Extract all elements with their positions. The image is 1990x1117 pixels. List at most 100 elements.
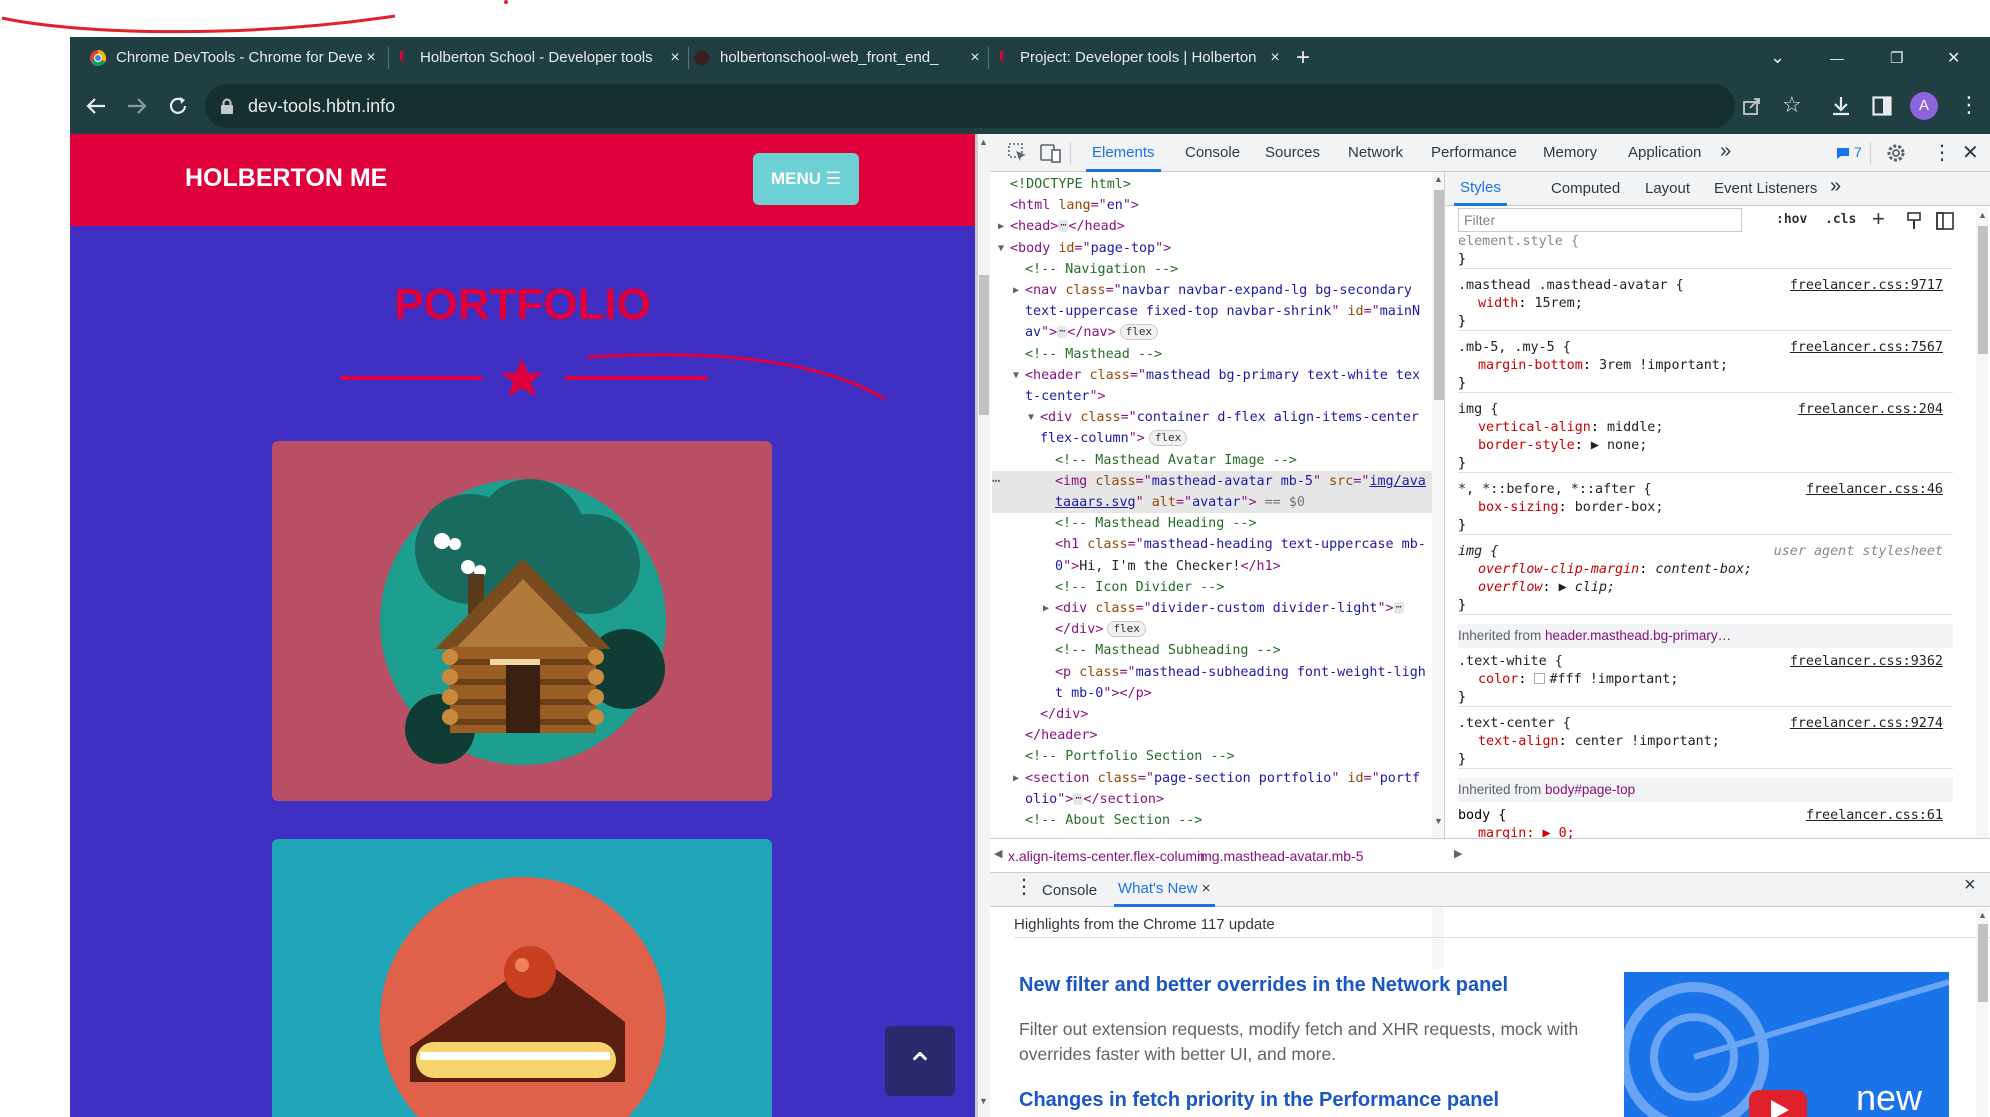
- chrome-menu-icon[interactable]: ⋮: [1958, 92, 1980, 118]
- tab-holberton-developer-tools[interactable]: Holberton School - Developer tools ×: [394, 37, 684, 78]
- whats-new-video-thumbnail[interactable]: new: [1624, 972, 1949, 1117]
- property-value[interactable]: 15rem;: [1534, 296, 1582, 311]
- property-name[interactable]: overflow-clip-margin: [1478, 562, 1639, 577]
- style-declaration[interactable]: color: #fff !important;: [1458, 672, 1953, 687]
- collapsed-ellipsis[interactable]: ⋯: [1057, 326, 1068, 339]
- color-swatch[interactable]: [1534, 673, 1546, 684]
- scroll-to-top-button[interactable]: ⌃: [885, 1026, 955, 1096]
- tab-styles[interactable]: Styles: [1454, 172, 1507, 206]
- element-node[interactable]: <h1 class="masthead-heading text-upperca…: [992, 534, 1432, 555]
- element-node-selected[interactable]: <img class="masthead-avatar mb-5" src="i…: [992, 470, 1432, 492]
- element-node[interactable]: ▼ <div class="container d-flex align-item…: [992, 407, 1432, 428]
- tab-performance[interactable]: Performance: [1431, 144, 1517, 161]
- close-devtools-icon[interactable]: ✕: [1962, 140, 1979, 165]
- style-close[interactable]: }: [1458, 690, 1953, 705]
- element-node[interactable]: ▶ <div class="divider-custom divider-ligh…: [992, 598, 1432, 619]
- whats-new-heading-network[interactable]: New filter and better overrides in the N…: [1019, 974, 1508, 997]
- element-node[interactable]: <!-- Masthead Subheading -->: [992, 640, 1432, 661]
- devtools-menu-icon[interactable]: ⋮: [1932, 140, 1952, 165]
- expand-arrow-icon[interactable]: ▼: [1013, 365, 1019, 386]
- style-declaration[interactable]: overflow: ▶ clip;: [1458, 580, 1953, 595]
- style-close[interactable]: }: [1458, 456, 1953, 471]
- style-declaration[interactable]: border-style: ▶ none;: [1458, 438, 1953, 453]
- url-text[interactable]: dev-tools.hbtn.info: [248, 96, 395, 117]
- element-node[interactable]: olio"> ⋯ </section>: [992, 789, 1432, 810]
- tab-github-repo[interactable]: holbertonschool-web_front_end_ ×: [694, 37, 984, 78]
- style-selector[interactable]: .text-center {freelancer.css:9274: [1458, 716, 1953, 731]
- issues-count[interactable]: 7: [1854, 144, 1862, 160]
- element-node[interactable]: </header>: [992, 725, 1432, 746]
- property-name[interactable]: margin-bottom: [1478, 358, 1583, 373]
- new-style-rule-icon[interactable]: +: [1872, 206, 1885, 232]
- property-value[interactable]: content-box;: [1655, 562, 1752, 577]
- style-close[interactable]: }: [1458, 598, 1953, 613]
- drawer-tab-close-icon[interactable]: ×: [1202, 880, 1211, 897]
- download-icon[interactable]: [1830, 95, 1852, 117]
- expand-arrow-icon[interactable]: ▼: [1028, 407, 1034, 428]
- element-node[interactable]: <html lang="en">: [992, 195, 1432, 216]
- toggle-sidebar-icon[interactable]: [1936, 212, 1954, 230]
- property-name[interactable]: overflow: [1478, 580, 1543, 595]
- tab-close-icon[interactable]: ×: [966, 49, 984, 67]
- style-declaration[interactable]: width: 15rem;: [1458, 296, 1953, 311]
- style-source-link[interactable]: freelancer.css:46: [1806, 482, 1943, 497]
- element-node[interactable]: <!-- About Section -->: [992, 810, 1432, 831]
- flex-badge[interactable]: flex: [1107, 621, 1146, 638]
- element-node[interactable]: <p class="masthead-subheading font-weigh…: [992, 662, 1432, 683]
- collapsed-ellipsis[interactable]: ⋯: [1058, 220, 1069, 233]
- property-name[interactable]: vertical-align: [1478, 420, 1591, 435]
- settings-gear-icon[interactable]: [1886, 143, 1906, 163]
- tab-project-developer-tools[interactable]: Project: Developer tools | Holberton ×: [994, 37, 1284, 78]
- drawer-tab-console[interactable]: Console: [1042, 882, 1097, 899]
- style-close[interactable]: }: [1458, 752, 1953, 767]
- tab-console[interactable]: Console: [1185, 144, 1240, 161]
- element-node-selected[interactable]: taaars.svg" alt="avatar"> == $0: [992, 492, 1432, 513]
- element-node[interactable]: <!DOCTYPE html>: [992, 174, 1432, 195]
- style-selector[interactable]: .masthead .masthead-avatar {freelancer.c…: [1458, 278, 1953, 293]
- lock-icon[interactable]: [220, 98, 234, 114]
- breadcrumb-item[interactable]: x.align-items-center.flex-column: [1008, 848, 1205, 864]
- property-value[interactable]: border-box;: [1575, 500, 1664, 515]
- whats-new-heading-performance[interactable]: Changes in fetch priority in the Perform…: [1019, 1089, 1499, 1112]
- element-node[interactable]: t mb-0"></p>: [992, 683, 1432, 704]
- back-arrow-icon[interactable]: [85, 95, 107, 117]
- share-icon[interactable]: [1742, 96, 1762, 116]
- element-node[interactable]: ▼ <header class="masthead bg-primary text…: [992, 365, 1432, 386]
- element-node[interactable]: text-uppercase fixed-top navbar-shrink" …: [992, 301, 1432, 322]
- style-source-link[interactable]: freelancer.css:61: [1806, 808, 1943, 823]
- style-selector[interactable]: img {freelancer.css:204: [1458, 402, 1953, 417]
- device-toolbar-icon[interactable]: [1040, 143, 1062, 163]
- portfolio-card-cabin[interactable]: [272, 441, 772, 801]
- close-window-button[interactable]: ✕: [1947, 37, 1977, 78]
- element-node[interactable]: <!-- Navigation -->: [992, 259, 1432, 280]
- element-node[interactable]: <!-- Masthead Avatar Image -->: [992, 450, 1432, 471]
- element-node[interactable]: flex-column"> flex: [992, 428, 1432, 449]
- hov-toggle[interactable]: :hov: [1776, 212, 1807, 227]
- flex-badge[interactable]: flex: [1148, 430, 1188, 447]
- property-name[interactable]: border-style: [1478, 438, 1575, 453]
- property-value[interactable]: ▶ clip;: [1559, 580, 1615, 595]
- property-name[interactable]: text-align: [1478, 734, 1559, 749]
- expand-arrow-icon[interactable]: ▶: [1013, 280, 1019, 301]
- style-declaration[interactable]: overflow-clip-margin: content-box;: [1458, 562, 1953, 577]
- style-declaration[interactable]: text-align: center !important;: [1458, 734, 1953, 749]
- style-source-link[interactable]: freelancer.css:9274: [1790, 716, 1943, 731]
- new-tab-button[interactable]: +: [1296, 37, 1326, 78]
- property-value[interactable]: ▶ none;: [1591, 438, 1647, 453]
- minimize-button[interactable]: —: [1830, 37, 1860, 78]
- more-style-tabs-icon[interactable]: »: [1830, 175, 1841, 198]
- flex-badge[interactable]: flex: [1119, 324, 1159, 341]
- tab-search-dropdown-icon[interactable]: ⌄: [1770, 37, 1800, 78]
- side-panel-icon[interactable]: [1872, 96, 1892, 116]
- style-selector[interactable]: img {user agent stylesheet: [1458, 544, 1953, 559]
- cls-toggle[interactable]: .cls: [1825, 212, 1856, 227]
- tab-network[interactable]: Network: [1348, 144, 1403, 161]
- breadcrumb-item[interactable]: img.masthead-avatar.mb-5: [1197, 848, 1364, 864]
- inherited-selector[interactable]: header.masthead.bg-primary…: [1545, 628, 1731, 643]
- style-selector[interactable]: .mb-5, .my-5 {freelancer.css:7567: [1458, 340, 1953, 355]
- tab-computed[interactable]: Computed: [1551, 180, 1620, 197]
- style-source-link[interactable]: user agent stylesheet: [1774, 544, 1943, 559]
- tab-layout[interactable]: Layout: [1645, 180, 1690, 197]
- style-selector[interactable]: *, *::before, *::after {freelancer.css:4…: [1458, 482, 1953, 497]
- issues-icon[interactable]: [1836, 147, 1850, 160]
